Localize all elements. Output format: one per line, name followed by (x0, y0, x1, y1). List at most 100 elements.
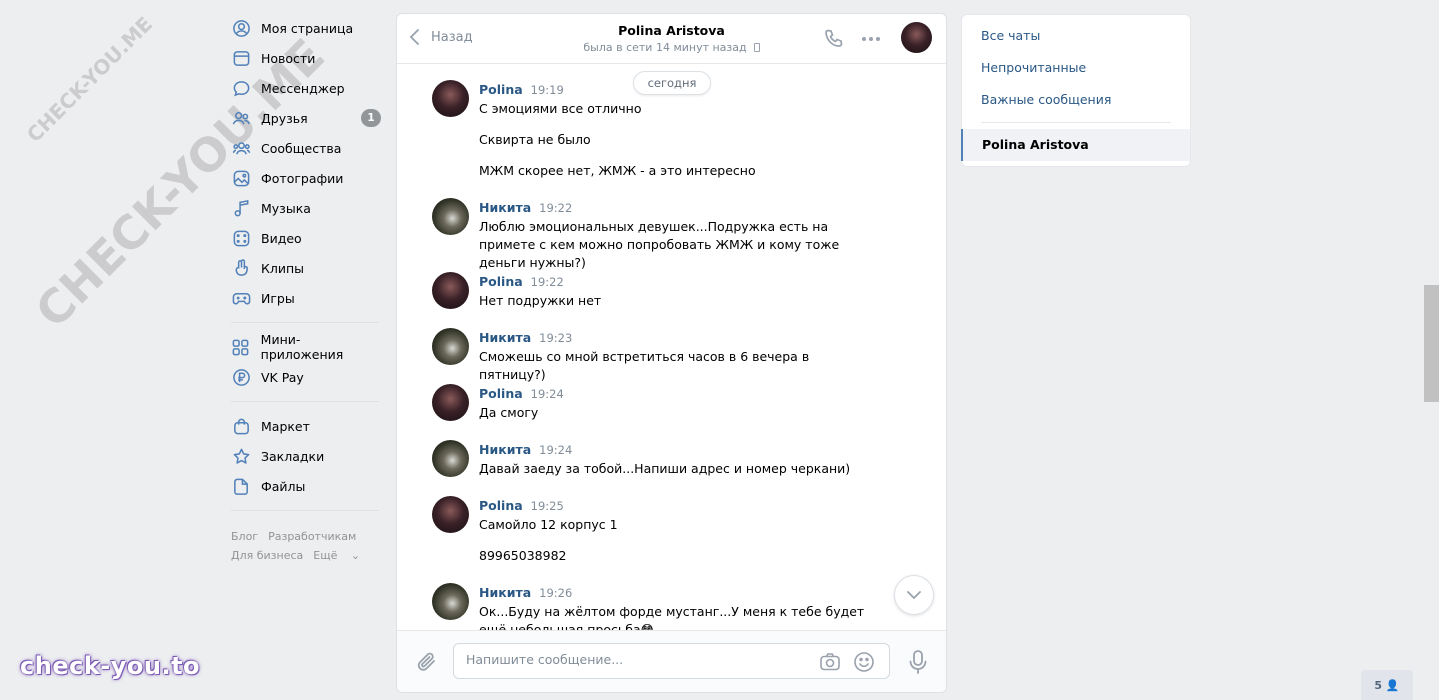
page-scrollbar[interactable] (1424, 285, 1439, 402)
message-history[interactable]: сегодня Polina 19:19 С эмоциями все отлич… (397, 65, 946, 631)
nav-item-photos[interactable]: Фотографии (231, 163, 381, 193)
nav-item-mini-apps[interactable]: Мини-приложения (231, 332, 381, 362)
avatar[interactable] (432, 328, 469, 365)
avatar[interactable] (432, 272, 469, 309)
message-text: Сможешь со мной встретиться часов в 6 ве… (479, 349, 810, 382)
message-text: Давай заеду за тобой...Напиши адрес и но… (479, 461, 851, 476)
message-meta: Polina 19:24 (479, 386, 564, 401)
peer-avatar[interactable] (901, 22, 932, 53)
microphone-icon[interactable] (907, 649, 929, 675)
nav-item-files[interactable]: Файлы (231, 471, 381, 501)
message-author[interactable]: Polina (479, 386, 523, 401)
footer-link-developers[interactable]: Разработчикам (268, 530, 356, 543)
nav-label: Друзья (261, 110, 308, 126)
nav-item-my-page[interactable]: Моя страница (231, 13, 381, 43)
message-text: С эмоциями все отлично (479, 101, 642, 116)
footer-link-business[interactable]: Для бизнеса (231, 549, 303, 562)
emoji-smile-icon[interactable] (853, 651, 875, 673)
nav-item-vk-pay[interactable]: VK Pay (231, 362, 381, 392)
friends-icon (231, 108, 251, 128)
camera-icon[interactable] (819, 651, 841, 673)
message-author[interactable]: Никита (479, 330, 531, 345)
nav-label: Игры (261, 290, 295, 306)
photo-icon (231, 168, 251, 188)
message-text: Люблю эмоциональных девушек...Подружка е… (479, 219, 840, 270)
message-meta: Polina 19:25 (479, 498, 564, 513)
avatar[interactable] (432, 198, 469, 235)
footer-link-more[interactable]: Ещё ⌄ (313, 549, 370, 562)
apps-grid-icon (231, 337, 251, 357)
message-author[interactable]: Polina (479, 82, 523, 97)
filter-all-chats[interactable]: Все чаты (962, 20, 1190, 52)
footer-link-blog[interactable]: Блог (231, 530, 258, 543)
active-chat-item[interactable]: Polina Aristova (961, 129, 1190, 161)
paperclip-icon[interactable] (415, 650, 439, 674)
date-divider: сегодня (633, 71, 711, 95)
message-time: 19:19 (530, 83, 564, 97)
more-dots-icon[interactable] (860, 28, 882, 50)
message-bubble-icon (231, 78, 251, 98)
friends-count-badge: 1 (361, 109, 381, 127)
nav-divider (231, 322, 379, 323)
message-body: Нет подружки нет (479, 292, 879, 323)
nav-item-music[interactable]: Музыка (231, 193, 381, 223)
avatar[interactable] (432, 583, 469, 620)
message-author[interactable]: Никита (479, 442, 531, 457)
online-count: 5 (1374, 678, 1383, 692)
nav-item-video[interactable]: Видео (231, 223, 381, 253)
nav-item-games[interactable]: Игры (231, 283, 381, 313)
message-author[interactable]: Никита (479, 200, 531, 215)
message-time: 19:22 (539, 201, 573, 215)
newspaper-icon (231, 48, 251, 68)
nav-item-news[interactable]: Новости (231, 43, 381, 73)
nav-divider (231, 510, 379, 511)
message-time: 19:24 (539, 443, 573, 457)
nav-label: Моя страница (261, 20, 354, 36)
nav-item-communities[interactable]: Сообщества (231, 133, 381, 163)
message-meta: Никита 19:22 (479, 200, 572, 215)
avatar[interactable] (432, 440, 469, 477)
nav-item-market[interactable]: Маркет (231, 411, 381, 441)
nav-item-bookmarks[interactable]: Закладки (231, 441, 381, 471)
message-input-box (453, 643, 890, 679)
message-meta: Polina 19:22 (479, 274, 564, 289)
video-icon (231, 228, 251, 248)
avatar[interactable] (432, 496, 469, 533)
message-input[interactable] (466, 652, 806, 667)
message-time: 19:26 (539, 586, 573, 600)
message-text: Ок...Буду на жёлтом форде мустанг...У ме… (479, 604, 865, 631)
nav-item-clips[interactable]: Клипы (231, 253, 381, 283)
nav-label: Файлы (261, 478, 306, 494)
filter-important[interactable]: Важные сообщения (962, 84, 1190, 116)
left-nav: Моя страница Новости Мессенджер Друзья 1… (231, 13, 381, 565)
message-text: Нет подружки нет (479, 293, 602, 308)
nav-footer: Блог Разработчикам Для бизнеса Ещё ⌄ (231, 527, 381, 565)
message-body: С эмоциями все отлично Сквирта не было М… (479, 100, 879, 193)
filter-unread[interactable]: Непрочитанные (962, 52, 1190, 84)
message-author[interactable]: Никита (479, 585, 531, 600)
chat-header: Назад Polina Aristova была в сети 14 мин… (397, 14, 946, 64)
gamepad-icon (231, 288, 251, 308)
nav-label: Сообщества (261, 140, 342, 156)
composer (397, 630, 946, 692)
watermark-small: CHECK-YOU.ME (22, 11, 158, 147)
nav-label: Музыка (261, 200, 311, 216)
nav-item-friends[interactable]: Друзья 1 (231, 103, 381, 133)
message-meta: Никита 19:23 (479, 330, 572, 345)
online-users-badge[interactable]: 5 👤 (1361, 670, 1413, 700)
message-author[interactable]: Polina (479, 274, 523, 289)
nav-label: Видео (261, 230, 302, 246)
message-body: Самойло 12 корпус 1 89965038982 (479, 516, 879, 578)
avatar[interactable] (432, 80, 469, 117)
peer-status: была в сети 14 минут назад (583, 41, 760, 54)
message-body: Ок...Буду на жёлтом форде мустанг...У ме… (479, 603, 869, 631)
phone-call-icon[interactable] (823, 28, 845, 50)
message-text: Самойло 12 корпус 1 (479, 517, 618, 532)
chevron-down-icon (907, 591, 921, 600)
message-text: МЖМ скорее нет, ЖМЖ - а это интересно (479, 163, 756, 178)
scroll-down-button[interactable] (894, 575, 934, 615)
message-author[interactable]: Polina (479, 498, 523, 513)
ruble-coin-icon (231, 367, 251, 387)
nav-item-messenger[interactable]: Мессенджер (231, 73, 381, 103)
avatar[interactable] (432, 384, 469, 421)
